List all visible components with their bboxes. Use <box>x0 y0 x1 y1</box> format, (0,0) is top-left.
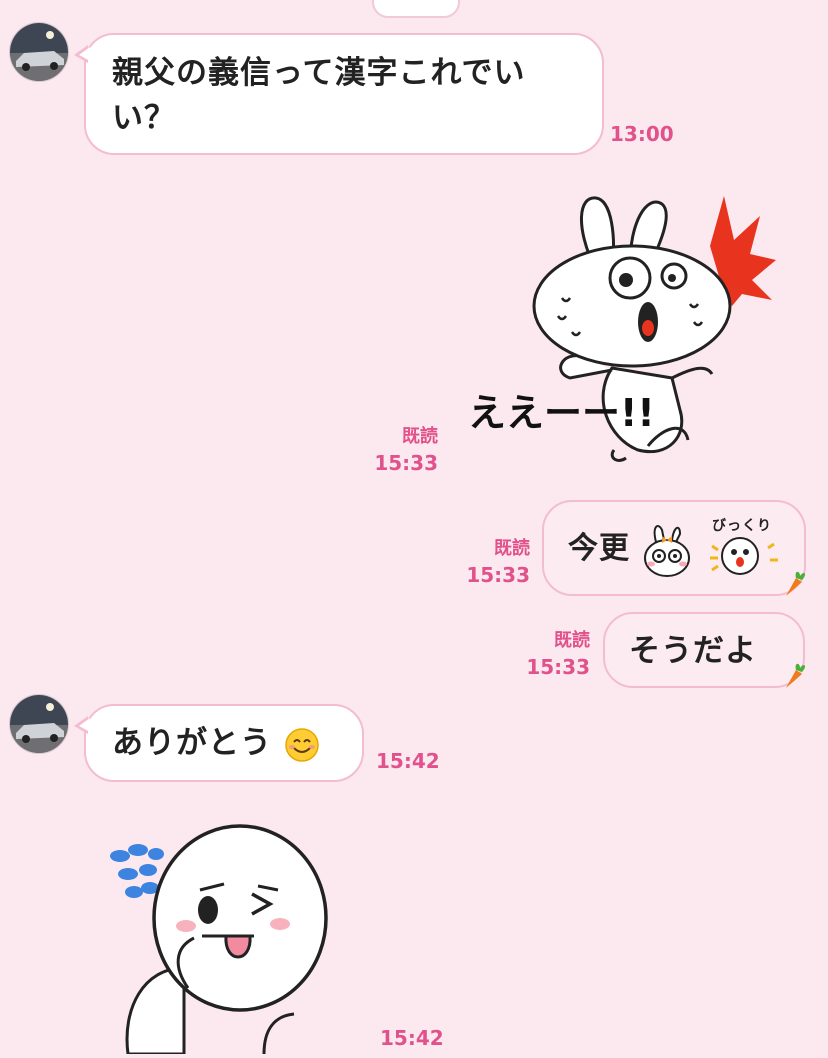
message-text: 今更 <box>568 531 630 566</box>
read-receipt: 既読 <box>554 630 590 651</box>
message-meta: 15:42 <box>380 1025 444 1051</box>
message-time: 15:33 <box>526 655 590 679</box>
message-meta: 既読 15:33 <box>522 628 590 680</box>
message-text: そうだよ <box>629 633 757 669</box>
read-receipt: 既読 <box>402 426 438 447</box>
message-time: 13:00 <box>610 122 674 146</box>
avatar[interactable] <box>9 694 69 754</box>
message-bubble[interactable]: 親父の義信って漢字これでいい？ <box>74 33 604 155</box>
smiling-face-icon <box>285 727 319 762</box>
rabbit-face-icon <box>644 525 690 577</box>
previous-message-bubble <box>372 0 460 18</box>
message-meta: 既読 15:33 <box>370 424 438 476</box>
surprised-face-icon: びっくり <box>710 518 778 575</box>
avatar[interactable] <box>9 22 69 82</box>
message-bubble[interactable]: ありがとう <box>74 704 364 782</box>
message-bubble[interactable]: そうだよ <box>603 612 805 688</box>
message-meta: 既読 15:33 <box>462 536 530 588</box>
message-time: 15:33 <box>466 563 530 587</box>
message-bubble[interactable]: 今更 びっくり <box>542 500 806 596</box>
message-time: 15:33 <box>374 451 438 475</box>
emoji-caption: びっくり <box>712 518 772 534</box>
message-time: 15:42 <box>380 1026 444 1050</box>
moon-tongue-out-sticker[interactable] <box>104 818 374 1056</box>
sticker-caption: ええーー!! <box>468 391 655 435</box>
carrot-icon <box>786 663 806 688</box>
sweat-drops-icon <box>110 844 164 898</box>
message-meta: 15:42 <box>376 748 440 774</box>
message-text: 親父の義信って漢字これでいい？ <box>112 55 526 136</box>
message-time: 15:42 <box>376 749 440 773</box>
message-text: ありがとう <box>112 725 272 761</box>
message-meta: 13:00 <box>610 121 674 147</box>
rabbit-surprised-sticker[interactable]: ええーー!! <box>462 188 792 478</box>
carrot-icon <box>786 571 806 596</box>
read-receipt: 既読 <box>494 538 530 559</box>
